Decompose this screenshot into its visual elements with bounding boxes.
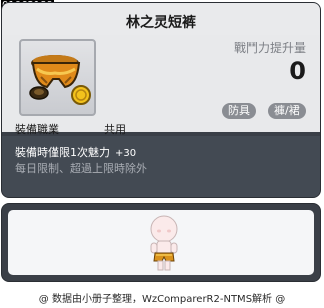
job-label: 裝備職業 bbox=[15, 123, 59, 136]
tag-armor: 防具 bbox=[222, 103, 256, 119]
credits-footer: @ 数据由小册子整理，WzComparerR2-NTMS解析 @ bbox=[38, 294, 286, 305]
description-line-1: 裝備時僅限1次魅力 +30 bbox=[15, 144, 136, 160]
avatar-preview-panel bbox=[1, 203, 321, 282]
item-name: 林之灵短裤 bbox=[126, 15, 196, 31]
description-text: 裝備時僅限1次魅力 bbox=[15, 146, 110, 159]
charm-bonus: +30 bbox=[115, 148, 137, 159]
tag-bottom: 褲/裙 bbox=[268, 103, 306, 119]
avatar-preview-area bbox=[8, 210, 314, 275]
job-value: 共用 bbox=[104, 123, 126, 136]
item-tooltip: 林之灵短裤 戰鬥力提升量 0 防具 褲/裙 裝備職業 共用 裝備時僅限1次魅力 +… bbox=[1, 2, 321, 198]
attack-increase-label: 戰鬥力提升量 bbox=[233, 41, 306, 55]
avatar-figure bbox=[150, 215, 178, 271]
description-line-2: 每日限制、超過上限時除外 bbox=[15, 162, 147, 175]
shorts-icon bbox=[29, 55, 91, 105]
item-icon-frame bbox=[19, 39, 96, 116]
attack-increase-value: 0 bbox=[289, 57, 306, 85]
